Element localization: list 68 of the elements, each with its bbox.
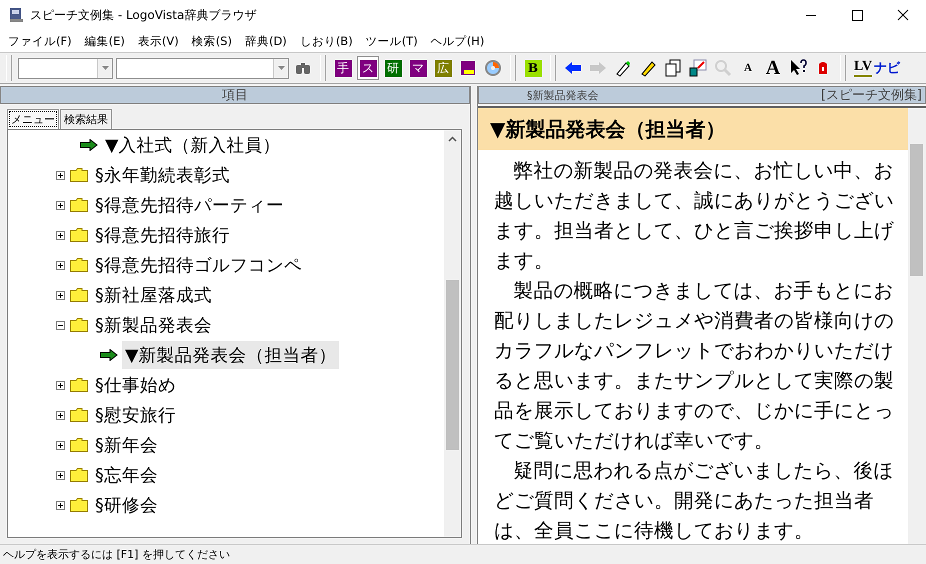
tree-item[interactable]: §新社屋落成式 <box>92 281 215 309</box>
expand-icon[interactable] <box>56 470 65 480</box>
menu-item[interactable]: ファイル(F) <box>2 34 79 48</box>
paragraph: 製品の概略につきましては、お手もとにお配りしましたレジュメや消費者の皆様向けのカラフルなパンフレットでおわかりいただけると思います。またサンプルとして実際の製品を展示しておりますので、じかに手にとってご覧いただければ幸いです。 <box>493 278 895 454</box>
panel-title: 項目 <box>222 88 248 102</box>
expand-icon[interactable] <box>56 410 65 420</box>
expand-icon[interactable] <box>56 200 65 210</box>
folder-icon <box>70 258 88 272</box>
folder-icon <box>70 408 88 422</box>
caret-icon <box>102 66 108 70</box>
expand-icon[interactable] <box>56 290 65 300</box>
paragraph: 弊社の新製品の発表会に、お忙しい中、お越しいただきまして、誠にありがとうございます。担当者として、ひと言ご挨拶申し上げます。 <box>493 158 895 274</box>
folder-icon <box>70 378 88 392</box>
tree-item[interactable]: §得意先招待パーティー <box>92 191 287 219</box>
tree-item[interactable]: §得意先招待ゴルフコンペ <box>92 251 305 279</box>
book-icon <box>8 7 24 23</box>
dropdown-field[interactable] <box>18 58 113 78</box>
toolbar-button[interactable]: ス <box>357 56 379 80</box>
expand-icon[interactable] <box>56 380 65 390</box>
tree-item[interactable]: §慰安旅行 <box>92 401 179 429</box>
folder-icon <box>70 168 88 182</box>
font-size-button[interactable]: A <box>737 56 759 80</box>
menu-item[interactable]: 表示(V) <box>132 34 186 48</box>
folder-icon <box>70 318 88 332</box>
tab[interactable]: メニュー <box>7 109 59 129</box>
menu-item[interactable]: ツール(T) <box>360 34 425 48</box>
folder-icon <box>70 288 88 302</box>
expand-icon[interactable] <box>56 440 65 450</box>
arrow-icon <box>100 349 118 361</box>
scroll-up-icon[interactable] <box>448 136 457 142</box>
font-size-button[interactable]: A <box>762 56 784 80</box>
folder-icon <box>70 228 88 242</box>
navi-button[interactable]: LVナビ <box>852 56 902 80</box>
tree-item[interactable]: §永年勤続表彰式 <box>92 161 233 189</box>
menu-item[interactable]: しおり(B) <box>294 34 360 48</box>
expand-icon[interactable] <box>56 170 65 180</box>
entry-heading: ▼新製品発表会（担当者） <box>478 108 908 150</box>
tree-item[interactable]: §研修会 <box>92 491 161 519</box>
folder-icon <box>70 498 88 512</box>
caret-icon <box>278 66 284 70</box>
expand-icon[interactable] <box>56 230 65 240</box>
arrow-icon <box>80 139 98 151</box>
status-text: ヘルプを表示するには [F1] を押してください <box>3 547 230 562</box>
window-title: スピーチ文例集 - LogoVista辞典ブラウザ <box>30 6 258 24</box>
folder-icon <box>70 198 88 212</box>
dictionary-name: [スピーチ文例集] <box>820 88 923 102</box>
tree-item[interactable]: §新製品発表会 <box>92 311 215 339</box>
menu-item[interactable]: 編集(E) <box>78 34 132 48</box>
expand-icon[interactable] <box>56 260 65 270</box>
collapse-icon[interactable] <box>56 320 65 330</box>
tree-item[interactable]: ▼入社式（新入社員） <box>102 131 284 159</box>
tree-item[interactable]: §仕事始め <box>92 371 179 399</box>
tree-item[interactable]: §新年会 <box>92 431 161 459</box>
folder-icon <box>70 438 88 452</box>
paragraph: 疑問に思われる点がございましたら、後ほどご質問ください。開発にあたった担当者は、全員ここに待機しております。 <box>493 458 894 544</box>
section-title: §新製品発表会 <box>527 90 598 100</box>
menu-item[interactable]: ヘルプ(H) <box>424 34 492 48</box>
expand-icon[interactable] <box>56 500 65 510</box>
scrollbar[interactable] <box>444 130 461 537</box>
menu-item[interactable]: 検索(S) <box>186 34 239 48</box>
tree-item[interactable]: ▼新製品発表会（担当者） <box>122 341 340 369</box>
folder-icon <box>70 468 88 482</box>
tab[interactable]: 検索結果 <box>60 109 112 129</box>
menu-item[interactable]: 辞典(D) <box>238 34 294 48</box>
scrollbar[interactable] <box>908 108 926 544</box>
tree-item[interactable]: §得意先招待旅行 <box>92 221 233 249</box>
dropdown-field[interactable] <box>116 58 289 78</box>
tree-item[interactable]: §忘年会 <box>92 461 161 489</box>
